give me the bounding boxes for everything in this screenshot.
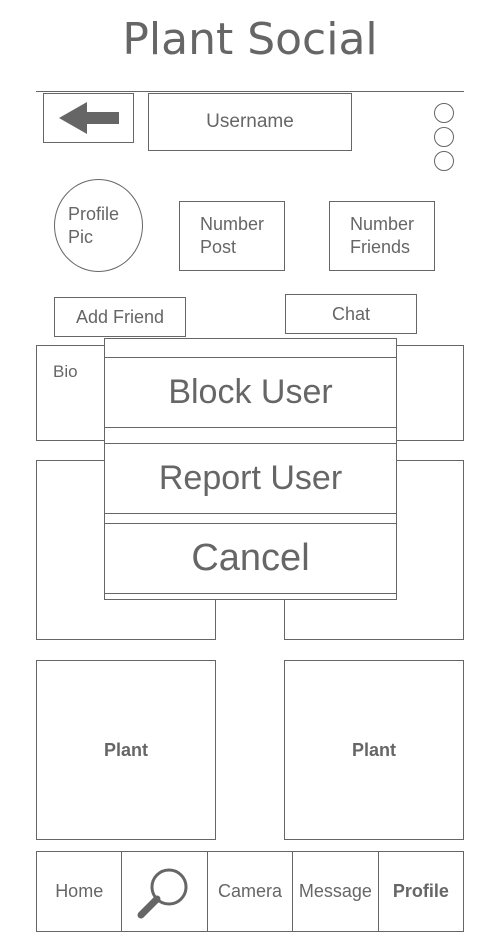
report-user-button[interactable]: Report User bbox=[105, 444, 396, 513]
chat-button[interactable]: Chat bbox=[285, 294, 417, 334]
post-count[interactable]: Number Post bbox=[179, 201, 285, 271]
dot-icon bbox=[434, 127, 454, 147]
post-count-label-1: Number bbox=[199, 214, 265, 234]
profile-picture[interactable]: Profile Pic bbox=[54, 179, 143, 272]
search-icon bbox=[137, 868, 188, 918]
add-friend-button[interactable]: Add Friend bbox=[54, 297, 186, 337]
app-title: Plant Social bbox=[122, 14, 378, 65]
plant-card[interactable]: Plant bbox=[36, 660, 216, 840]
friends-count[interactable]: Number Friends bbox=[329, 201, 435, 271]
modal-divider bbox=[105, 593, 396, 594]
bottom-nav: Home Camera Message Profile bbox=[36, 851, 464, 932]
bio-label: Bio bbox=[53, 362, 78, 381]
more-options-button[interactable] bbox=[434, 103, 456, 171]
back-button[interactable] bbox=[43, 93, 134, 143]
friends-count-label-2: Friends bbox=[349, 237, 411, 257]
user-actions-modal: Block User Report User Cancel bbox=[104, 338, 397, 600]
username-field[interactable]: Username bbox=[148, 93, 352, 151]
nav-message[interactable]: Message bbox=[293, 852, 379, 931]
modal-divider bbox=[105, 513, 396, 514]
dot-icon bbox=[434, 103, 454, 123]
nav-home[interactable]: Home bbox=[37, 852, 123, 931]
nav-profile[interactable]: Profile bbox=[379, 852, 463, 931]
block-user-button[interactable]: Block User bbox=[105, 358, 396, 427]
post-count-label-2: Post bbox=[199, 237, 237, 257]
cancel-button[interactable]: Cancel bbox=[105, 524, 396, 593]
arrow-left-icon bbox=[58, 102, 119, 134]
profile-pic-label-1: Profile bbox=[67, 203, 120, 224]
modal-divider bbox=[105, 427, 396, 428]
plant-card[interactable]: Plant bbox=[284, 660, 464, 840]
header-divider bbox=[36, 91, 464, 92]
profile-pic-label-2: Pic bbox=[67, 226, 93, 247]
nav-search[interactable] bbox=[122, 852, 208, 931]
friends-count-label-1: Number bbox=[349, 214, 415, 234]
nav-camera[interactable]: Camera bbox=[208, 852, 294, 931]
dot-icon bbox=[434, 151, 454, 171]
